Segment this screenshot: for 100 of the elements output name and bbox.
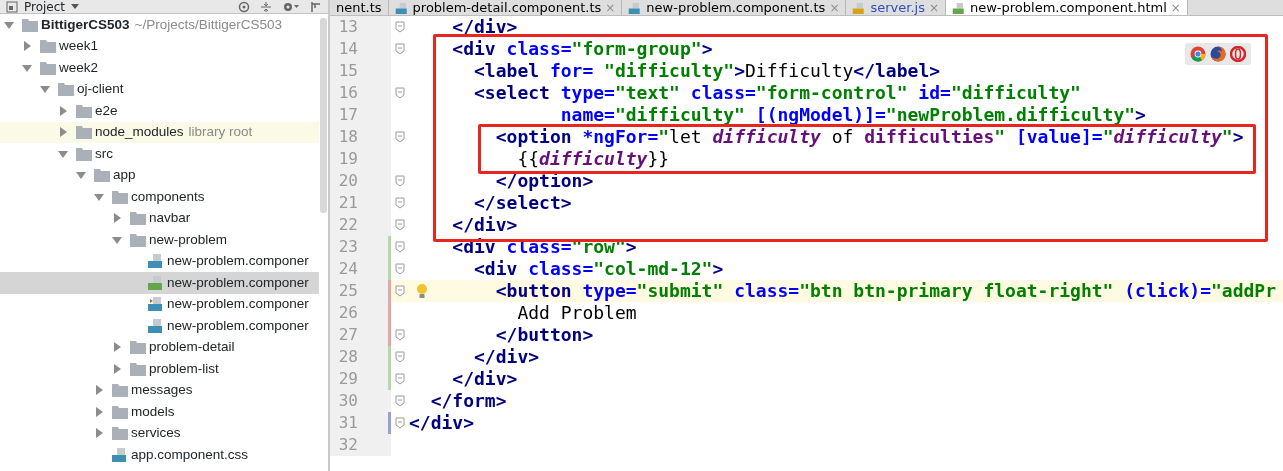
folder-label[interactable]: node_modules bbox=[95, 122, 184, 143]
expand-arrow-icon[interactable] bbox=[94, 406, 104, 417]
expand-arrow-icon[interactable] bbox=[112, 363, 122, 374]
expand-arrow-icon[interactable] bbox=[94, 385, 104, 396]
line-number: 26 bbox=[330, 302, 388, 324]
code-line: <select type="text" class="form-control" id="difficulty" bbox=[474, 82, 1081, 104]
code-line: name="difficulty" [(ngModel)]="newProblem.difficulty"> bbox=[560, 104, 1146, 126]
folder-icon bbox=[22, 17, 38, 32]
collapse-arrow-icon[interactable] bbox=[40, 84, 50, 95]
folder-label[interactable]: week1 bbox=[59, 36, 99, 57]
file-label[interactable]: app.component.css bbox=[131, 444, 249, 465]
fold-icon[interactable] bbox=[395, 285, 405, 297]
caret-icon[interactable] bbox=[71, 3, 80, 10]
file-label[interactable]: new-problem.componer bbox=[167, 294, 309, 315]
folder-label[interactable]: components bbox=[131, 186, 205, 207]
code-line: {{difficulty}} bbox=[517, 148, 670, 170]
folder-label[interactable]: services bbox=[131, 423, 181, 444]
lightbulb-icon[interactable] bbox=[416, 283, 428, 299]
browser-icon[interactable] bbox=[1190, 46, 1206, 62]
fold-icon[interactable] bbox=[395, 417, 405, 429]
line-number: 14 bbox=[330, 38, 388, 60]
expand-arrow-icon[interactable] bbox=[22, 41, 32, 52]
line-number: 16 bbox=[330, 82, 388, 104]
browser-icon[interactable] bbox=[1210, 46, 1226, 62]
expand-arrow-icon[interactable] bbox=[112, 213, 122, 224]
folder-label[interactable]: problem-list bbox=[149, 358, 219, 379]
browser-icon[interactable] bbox=[1230, 46, 1246, 62]
line-number: 24 bbox=[330, 258, 388, 280]
fold-icon[interactable] bbox=[395, 395, 405, 407]
fold-icon[interactable] bbox=[395, 241, 405, 253]
folder-label[interactable]: navbar bbox=[149, 208, 191, 229]
code-line: </select> bbox=[474, 192, 572, 214]
fold-icon[interactable] bbox=[395, 263, 405, 275]
scrollbar[interactable] bbox=[320, 18, 327, 213]
panel-title[interactable]: Project bbox=[24, 0, 66, 14]
fold-icon[interactable] bbox=[395, 131, 405, 143]
line-number: 31 bbox=[330, 412, 388, 434]
file-label[interactable]: new-problem.componer bbox=[167, 315, 309, 336]
target-icon[interactable] bbox=[238, 0, 250, 13]
file-icon bbox=[952, 2, 966, 14]
change-marker[interactable] bbox=[388, 280, 391, 302]
path-hint: library root bbox=[188, 123, 253, 142]
change-marker[interactable] bbox=[388, 324, 391, 346]
line-number: 29 bbox=[330, 368, 388, 390]
expand-arrow-icon[interactable] bbox=[94, 428, 104, 439]
path-hint: ~/Projects/BittigerCS503 bbox=[134, 15, 282, 34]
folder-label[interactable]: oj-client bbox=[77, 79, 124, 100]
fold-icon[interactable] bbox=[395, 175, 405, 187]
line-number: 17 bbox=[330, 104, 388, 126]
pin-icon[interactable] bbox=[310, 0, 322, 13]
folder-label[interactable]: new-problem bbox=[149, 229, 228, 250]
folder-label[interactable]: app bbox=[113, 165, 136, 186]
change-marker[interactable] bbox=[388, 346, 391, 368]
editor-tab[interactable]: new-problem.component.html × bbox=[946, 0, 1188, 15]
code-line: Add Problem bbox=[517, 302, 637, 324]
collapse-icon[interactable] bbox=[260, 0, 272, 13]
close-icon[interactable]: × bbox=[1170, 1, 1181, 15]
expand-arrow-icon[interactable] bbox=[58, 127, 68, 138]
file-label[interactable]: new-problem.componer bbox=[167, 251, 309, 272]
fold-icon[interactable] bbox=[395, 197, 405, 209]
folder-label[interactable]: e2e bbox=[95, 100, 118, 121]
folder-icon bbox=[76, 125, 92, 140]
line-number: 22 bbox=[330, 214, 388, 236]
collapse-arrow-icon[interactable] bbox=[22, 62, 32, 73]
expand-arrow-icon[interactable] bbox=[112, 342, 122, 353]
change-marker[interactable] bbox=[388, 236, 391, 258]
folder-label[interactable]: BittigerCS503 bbox=[41, 14, 130, 35]
line-number: 21 bbox=[330, 192, 388, 214]
line-number: 20 bbox=[330, 170, 388, 192]
fold-icon[interactable] bbox=[395, 87, 405, 99]
fold-icon[interactable] bbox=[395, 219, 405, 231]
folder-label[interactable]: messages bbox=[131, 380, 193, 401]
fold-icon[interactable] bbox=[395, 373, 405, 385]
fold-icon[interactable] bbox=[395, 351, 405, 363]
collapse-arrow-icon[interactable] bbox=[4, 19, 14, 30]
file-icon bbox=[148, 254, 164, 269]
collapse-arrow-icon[interactable] bbox=[112, 234, 122, 245]
file-icon bbox=[112, 447, 128, 462]
line-number: 30 bbox=[330, 390, 388, 412]
change-marker[interactable] bbox=[388, 258, 391, 280]
fold-icon[interactable] bbox=[395, 329, 405, 341]
collapse-arrow-icon[interactable] bbox=[94, 191, 104, 202]
change-marker[interactable] bbox=[388, 302, 391, 324]
folder-label[interactable]: problem-detail bbox=[149, 337, 235, 358]
folder-icon bbox=[130, 361, 146, 376]
folder-label[interactable]: week2 bbox=[59, 57, 99, 78]
change-marker[interactable] bbox=[388, 368, 391, 390]
code-line: </button> bbox=[495, 324, 594, 346]
collapse-arrow-icon[interactable] bbox=[58, 148, 68, 159]
collapse-arrow-icon[interactable] bbox=[76, 170, 86, 181]
folder-icon bbox=[76, 146, 92, 161]
fold-icon[interactable] bbox=[395, 21, 405, 33]
fold-icon[interactable] bbox=[395, 43, 405, 55]
file-icon bbox=[148, 297, 164, 312]
folder-label[interactable]: models bbox=[131, 401, 175, 422]
settings-icon[interactable] bbox=[282, 0, 300, 13]
change-marker[interactable] bbox=[388, 412, 391, 434]
file-icon bbox=[148, 275, 164, 290]
folder-label[interactable]: src bbox=[95, 143, 113, 164]
expand-arrow-icon[interactable] bbox=[58, 105, 68, 116]
